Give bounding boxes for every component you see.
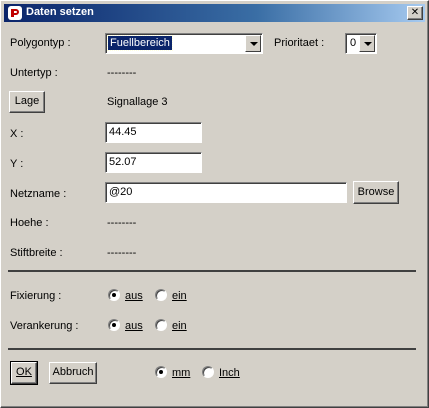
x-label: X : <box>10 128 24 140</box>
stiftbreite-label: Stiftbreite : <box>10 247 63 259</box>
inch-radio[interactable] <box>202 366 214 378</box>
y-input[interactable]: 52.07 <box>105 152 202 173</box>
prioritaet-select[interactable]: 0 <box>345 33 377 54</box>
fixierung-aus-label[interactable]: aus <box>125 290 143 302</box>
abbruch-button-label: Abbruch <box>52 366 94 378</box>
polygontyp-value: Fuellbereich <box>107 35 173 51</box>
y-value: 52.07 <box>109 156 137 168</box>
polygontyp-label: Polygontyp : <box>10 37 71 49</box>
verankerung-ein-label[interactable]: ein <box>172 320 187 332</box>
verankerung-label: Verankerung : <box>10 320 79 332</box>
browse-button-label: Browse <box>357 186 395 198</box>
verankerung-ein-radio[interactable] <box>155 319 167 331</box>
untertyp-label: Untertyp : <box>10 67 58 79</box>
inch-label[interactable]: Inch <box>219 367 240 379</box>
polygontyp-select[interactable]: Fuellbereich <box>105 33 263 54</box>
separator <box>8 270 416 272</box>
hoehe-label: Hoehe : <box>10 217 49 229</box>
mm-radio[interactable] <box>155 366 167 378</box>
ok-button[interactable]: OK <box>10 361 38 385</box>
fixierung-aus-radio[interactable] <box>108 289 120 301</box>
chevron-down-icon[interactable] <box>359 35 375 52</box>
window-title: Daten setzen <box>26 6 94 18</box>
lage-button[interactable]: Lage <box>9 91 45 113</box>
netzname-label: Netzname : <box>10 188 67 200</box>
app-icon <box>8 6 22 20</box>
close-icon: ✕ <box>410 7 420 18</box>
fixierung-label: Fixierung : <box>10 290 62 302</box>
verankerung-aus-radio[interactable] <box>108 319 120 331</box>
title-bar[interactable]: Daten setzen ✕ <box>4 4 425 22</box>
browse-button[interactable]: Browse <box>353 181 399 204</box>
netzname-value: @20 <box>109 186 133 198</box>
hoehe-value: -------- <box>107 217 137 229</box>
prioritaet-value: 0 <box>350 37 357 49</box>
separator <box>8 348 416 350</box>
fixierung-ein-label[interactable]: ein <box>172 290 187 302</box>
untertyp-value: -------- <box>107 67 137 79</box>
y-label: Y : <box>10 158 24 170</box>
mm-label[interactable]: mm <box>172 367 190 379</box>
abbruch-button[interactable]: Abbruch <box>49 362 97 384</box>
x-value: 44.45 <box>109 126 137 138</box>
chevron-down-icon[interactable] <box>245 35 261 52</box>
fixierung-ein-radio[interactable] <box>155 289 167 301</box>
prioritaet-label: Prioritaet : <box>274 37 325 49</box>
verankerung-aus-label[interactable]: aus <box>125 320 143 332</box>
lage-value: Signallage 3 <box>107 96 168 108</box>
dialog-window: Daten setzen ✕ Polygontyp : Fuellbereich… <box>0 0 429 408</box>
stiftbreite-value: -------- <box>107 247 137 259</box>
lage-button-label: Lage <box>14 95 40 107</box>
close-button[interactable]: ✕ <box>407 6 423 20</box>
ok-button-label: OK <box>16 366 32 378</box>
x-input[interactable]: 44.45 <box>105 122 202 143</box>
netzname-input[interactable]: @20 <box>105 182 347 203</box>
